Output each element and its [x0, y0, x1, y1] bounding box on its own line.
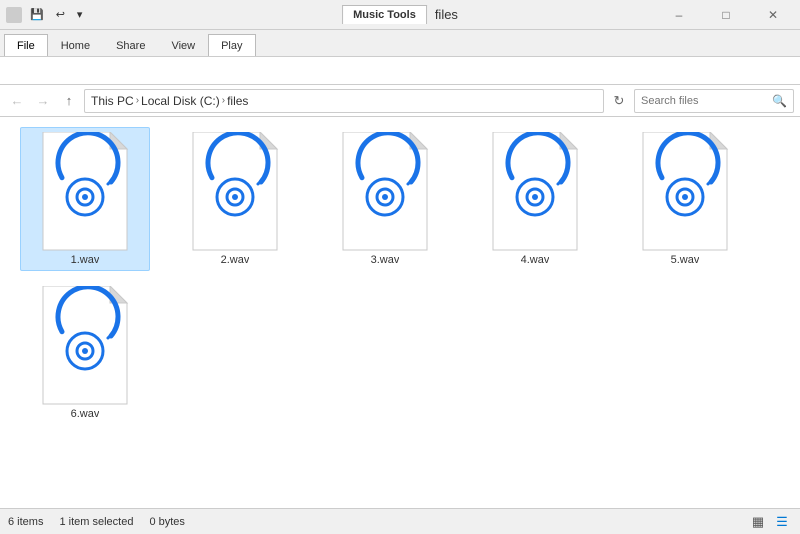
status-bar: 6 items 1 item selected 0 bytes ▦ ☰	[0, 508, 800, 534]
close-button[interactable]: ✕	[750, 0, 796, 30]
title-bar-center: Music Tools files	[342, 5, 458, 24]
refresh-button[interactable]: ↻	[608, 90, 630, 112]
file-item[interactable]: 2.wav	[170, 127, 300, 271]
minimize-button[interactable]: –	[656, 0, 702, 30]
file-label: 5.wav	[671, 254, 700, 266]
file-icon	[35, 132, 135, 252]
back-button[interactable]: ←	[6, 90, 28, 112]
title-bar-controls: – □ ✕	[656, 0, 800, 30]
tab-view[interactable]: View	[158, 34, 208, 56]
tab-share[interactable]: Share	[103, 34, 158, 56]
path-local-disk: Local Disk (C:)	[141, 94, 220, 108]
forward-button[interactable]: →	[32, 90, 54, 112]
window-title: files	[435, 7, 458, 22]
path-sep-1: ›	[136, 95, 139, 106]
file-icon	[635, 132, 735, 252]
quick-access-save[interactable]: 💾	[26, 6, 48, 23]
file-icon	[485, 132, 585, 252]
search-icon: 🔍	[772, 94, 787, 108]
title-bar-left: 💾 ↩ ▾	[0, 6, 86, 23]
file-icon	[335, 132, 435, 252]
tab-file[interactable]: File	[4, 34, 48, 56]
tab-play[interactable]: Play	[208, 34, 255, 56]
file-icon	[35, 286, 135, 406]
search-input[interactable]	[641, 95, 768, 107]
file-label: 6.wav	[71, 408, 100, 420]
file-item[interactable]: 6.wav	[20, 281, 150, 425]
size-info: 0 bytes	[149, 516, 184, 528]
file-label: 4.wav	[521, 254, 550, 266]
main-area: 1.wav 2.wav 3.wav 4.wav 5.wav 6.wav	[0, 117, 800, 508]
path-sep-2: ›	[222, 95, 225, 106]
folder-icon	[6, 7, 22, 23]
maximize-button[interactable]: □	[703, 0, 749, 30]
file-label: 1.wav	[71, 254, 100, 266]
selection-info: 1 item selected	[59, 516, 133, 528]
address-path[interactable]: This PC › Local Disk (C:) › files	[84, 89, 604, 113]
file-label: 3.wav	[371, 254, 400, 266]
quick-access-undo[interactable]: ↩	[52, 6, 69, 23]
ribbon-content	[0, 57, 800, 85]
list-view[interactable]: ☰	[772, 512, 792, 532]
context-tab-label: Music Tools	[342, 5, 427, 24]
large-icons-view[interactable]: ▦	[748, 512, 768, 532]
ribbon: File Home Share View Play	[0, 30, 800, 57]
quick-access-down[interactable]: ▾	[73, 6, 87, 23]
file-item[interactable]: 3.wav	[320, 127, 450, 271]
title-bar: 💾 ↩ ▾ Music Tools files – □ ✕	[0, 0, 800, 30]
file-icon	[185, 132, 285, 252]
path-this-pc: This PC	[91, 94, 134, 108]
file-item[interactable]: 4.wav	[470, 127, 600, 271]
ribbon-tabs: File Home Share View Play	[0, 30, 800, 56]
file-grid: 1.wav 2.wav 3.wav 4.wav 5.wav 6.wav	[0, 117, 800, 508]
tab-home[interactable]: Home	[48, 34, 103, 56]
view-controls: ▦ ☰	[748, 512, 792, 532]
address-bar: ← → ↑ This PC › Local Disk (C:) › files …	[0, 85, 800, 117]
up-button[interactable]: ↑	[58, 90, 80, 112]
file-item[interactable]: 1.wav	[20, 127, 150, 271]
item-count: 6 items	[8, 516, 43, 528]
path-files: files	[227, 94, 248, 108]
file-item[interactable]: 5.wav	[620, 127, 750, 271]
search-box[interactable]: 🔍	[634, 89, 794, 113]
file-label: 2.wav	[221, 254, 250, 266]
